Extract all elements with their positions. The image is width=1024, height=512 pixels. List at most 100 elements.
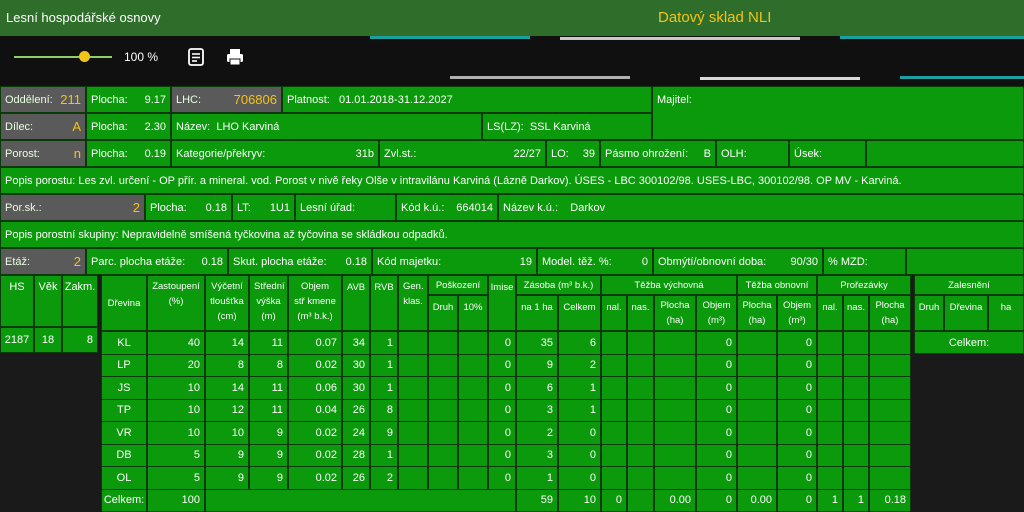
cell-empty bbox=[843, 398, 869, 422]
total-celkem: 10 bbox=[558, 488, 601, 512]
total-tv_nal: 0 bbox=[601, 488, 627, 512]
pct10-header: 10% bbox=[458, 295, 488, 331]
etaz-cell: Etáž: 2 bbox=[0, 248, 86, 275]
cell-drevina: KL bbox=[101, 331, 147, 355]
plocha-label: Plocha: bbox=[150, 201, 187, 214]
cell-empty bbox=[627, 398, 654, 422]
cell-empty bbox=[737, 331, 777, 355]
zal-celkem: Celkem: bbox=[914, 331, 1024, 354]
zoom-slider-thumb[interactable] bbox=[79, 51, 90, 62]
cell-tv_objem: 0 bbox=[696, 466, 737, 490]
cell-empty bbox=[843, 443, 869, 467]
cell-imise: 0 bbox=[488, 376, 516, 400]
cell-celkem: 1 bbox=[558, 398, 601, 422]
cell-to_objem: 0 bbox=[777, 421, 817, 445]
cell-to_objem: 0 bbox=[777, 331, 817, 355]
cell-empty bbox=[869, 466, 911, 490]
header-line: Plocha bbox=[660, 300, 690, 311]
cell-rvb: 9 bbox=[370, 421, 398, 445]
cell-empty bbox=[458, 466, 488, 490]
oddeleni-cell: Oddělení: 211 bbox=[0, 86, 86, 113]
zastoupeni-header: Zastoupení (%) bbox=[147, 275, 205, 331]
notes-icon[interactable] bbox=[186, 47, 206, 67]
pasmo-value: B bbox=[703, 147, 711, 160]
cell-drevina: DB bbox=[101, 443, 147, 467]
decorative-stripe bbox=[370, 36, 530, 39]
majitel-cell: Majitel: bbox=[652, 86, 1024, 140]
zal-drevina-header: Dřevina bbox=[944, 295, 988, 331]
cell-tv_objem: 0 bbox=[696, 443, 737, 467]
cell-objem: 0.02 bbox=[288, 443, 342, 467]
nazev-label: Název: bbox=[176, 120, 211, 133]
decorative-stripe bbox=[450, 76, 630, 79]
cell-empty bbox=[817, 421, 843, 445]
header-line: (m³ b.k.) bbox=[297, 311, 333, 322]
lt-label: LT: bbox=[237, 201, 251, 214]
lhc-label: LHC: bbox=[176, 93, 202, 106]
cell-objem: 0.02 bbox=[288, 421, 342, 445]
cell-na1ha: 6 bbox=[516, 376, 558, 400]
nazevku-cell: Název k.ú.: Darkov bbox=[498, 194, 1024, 221]
nazev-cell: Název: LHO Karviná bbox=[171, 113, 482, 140]
popis-skupiny-row: Popis porostní skupiny: Nepravidelně smí… bbox=[0, 221, 1024, 248]
cell-empty bbox=[869, 331, 911, 355]
cell-rvb: 2 bbox=[370, 466, 398, 490]
cell-empty bbox=[601, 421, 627, 445]
cell-imise: 0 bbox=[488, 398, 516, 422]
cell-drevina: OL bbox=[101, 466, 147, 490]
cell-empty bbox=[601, 443, 627, 467]
zoom-slider[interactable] bbox=[14, 56, 112, 58]
cell-zast: 5 bbox=[147, 466, 205, 490]
header-line: (m³) bbox=[707, 315, 726, 326]
platnost-cell: Platnost: 01.01.2018-31.12.2027 bbox=[282, 86, 652, 113]
total-to_objem: 0 bbox=[777, 488, 817, 512]
cell-empty bbox=[458, 443, 488, 467]
cell-empty bbox=[869, 353, 911, 377]
stredni-header: Střední výška (m) bbox=[249, 275, 288, 331]
header-line: tloušťka bbox=[210, 296, 244, 307]
nazevku-value: Darkov bbox=[570, 201, 606, 214]
cell-sv: 11 bbox=[249, 331, 288, 355]
cell-empty bbox=[458, 398, 488, 422]
header-line: výška bbox=[256, 296, 281, 307]
empty-cell bbox=[906, 248, 1024, 275]
cell-tv_objem: 0 bbox=[696, 421, 737, 445]
nazev-value: LHO Karviná bbox=[216, 120, 280, 133]
plocha-value: 9.17 bbox=[144, 93, 166, 106]
cell-empty bbox=[428, 421, 458, 445]
print-icon[interactable] bbox=[225, 47, 245, 67]
parc-label: Parc. plocha etáže: bbox=[91, 255, 186, 268]
cell-vt: 14 bbox=[205, 376, 249, 400]
tezba-obnovni-header: Těžba obnovní bbox=[737, 275, 817, 295]
cell-empty bbox=[817, 353, 843, 377]
cell-empty bbox=[601, 466, 627, 490]
cell-sv: 9 bbox=[249, 421, 288, 445]
cell-vt: 12 bbox=[205, 398, 249, 422]
cell-empty bbox=[843, 421, 869, 445]
cell-tv_objem: 0 bbox=[696, 376, 737, 400]
app-title: Lesní hospodářské osnovy bbox=[6, 10, 161, 25]
cell-imise: 0 bbox=[488, 331, 516, 355]
cell-empty bbox=[869, 443, 911, 467]
kodku-cell: Kód k.ú.: 664014 bbox=[396, 194, 498, 221]
cell-drevina: TP bbox=[101, 398, 147, 422]
kodmaj-value: 19 bbox=[519, 255, 532, 268]
olh-cell: OLH: bbox=[716, 140, 789, 167]
cell-empty bbox=[843, 376, 869, 400]
header-line: (ha) bbox=[666, 315, 684, 326]
cell-vt: 9 bbox=[205, 466, 249, 490]
vek-header: Věk bbox=[34, 275, 62, 327]
lslz-label: LS(LZ): bbox=[487, 120, 524, 133]
cell-empty bbox=[458, 331, 488, 355]
tv-nal-header: nal. bbox=[601, 295, 627, 331]
cell-rvb: 1 bbox=[370, 376, 398, 400]
brand-title[interactable]: Datový sklad NLI bbox=[658, 9, 771, 26]
oddeleni-value: 211 bbox=[60, 92, 81, 107]
porsk-value: 2 bbox=[132, 200, 140, 215]
cell-empty bbox=[398, 353, 428, 377]
zakm-value: 8 bbox=[62, 327, 98, 353]
cell-zast: 10 bbox=[147, 376, 205, 400]
gen-klas-header: Gen. klas. bbox=[398, 275, 428, 331]
cell-celkem: 0 bbox=[558, 466, 601, 490]
obmyti-label: Obmýtí/obnovní doba: bbox=[658, 255, 767, 268]
